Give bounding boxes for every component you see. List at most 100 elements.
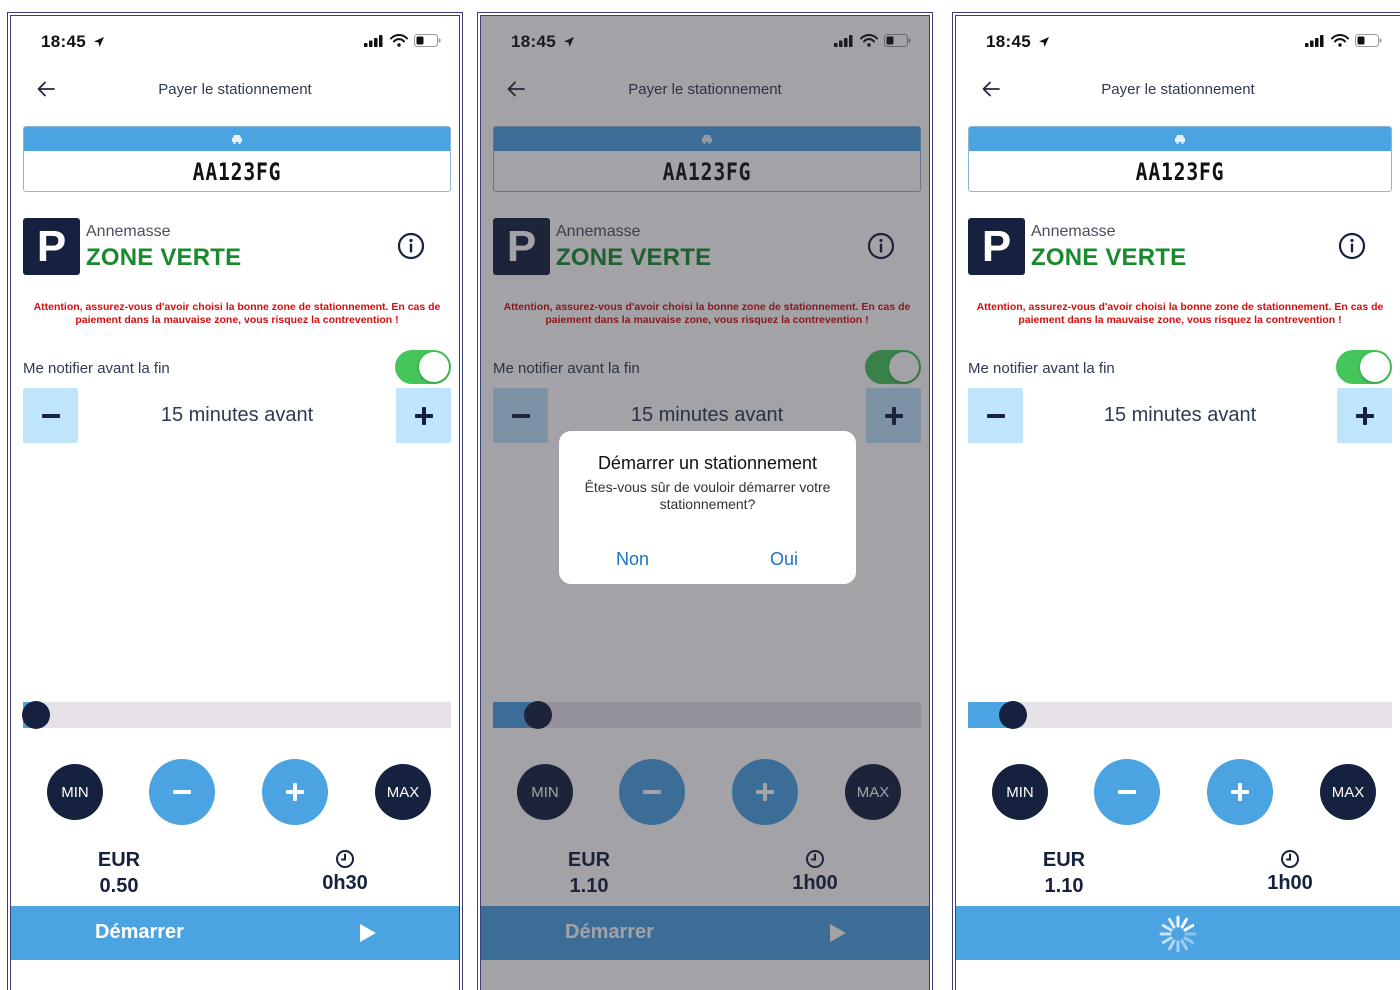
info-icon xyxy=(397,232,425,260)
reminder-stepper: 15 minutes avant xyxy=(23,388,451,443)
info-button[interactable] xyxy=(1338,232,1366,260)
dialog-message: Êtes-vous sûr de vouloir démarrer votre … xyxy=(584,479,831,512)
start-button[interactable]: Démarrer xyxy=(11,906,459,960)
plate-header xyxy=(969,127,1391,151)
screen-initial: 18:45 Payer le stationnement AA123FG P A… xyxy=(7,12,463,990)
zone-info: P Annemasse ZONE VERTE xyxy=(23,218,451,276)
status-time: 18:45 xyxy=(41,32,86,51)
increase-duration-button[interactable] xyxy=(1207,759,1273,825)
price-currency: EUR xyxy=(1042,849,1086,871)
start-button[interactable] xyxy=(956,906,1400,960)
reminder-increase-button[interactable] xyxy=(1337,388,1392,443)
max-button[interactable]: MAX xyxy=(375,764,431,820)
app-screen: 18:45 Payer le stationnement AA123FG P A… xyxy=(480,15,930,990)
signal-icon xyxy=(364,34,383,47)
min-button[interactable]: MIN xyxy=(992,764,1048,820)
duration-slider[interactable] xyxy=(21,701,451,729)
car-icon xyxy=(232,135,242,144)
start-label: Démarrer xyxy=(95,921,184,943)
price-amount: 1.10 xyxy=(1044,875,1084,897)
plate-number: AA123FG xyxy=(1135,158,1225,186)
plus-icon xyxy=(414,406,433,425)
license-plate-card[interactable]: AA123FG xyxy=(968,126,1392,192)
screen-loading: 18:45 Payer le stationnement AA123FG P A… xyxy=(952,12,1400,990)
battery-icon xyxy=(414,34,441,47)
spinner-spoke xyxy=(1183,936,1195,944)
price-amount: 0.50 xyxy=(99,875,139,897)
decrease-duration-button[interactable] xyxy=(149,759,215,825)
car-icon xyxy=(1175,135,1185,144)
notify-label: Me notifier avant la fin xyxy=(968,360,1115,377)
duration-slider[interactable] xyxy=(968,701,1392,729)
slider-thumb[interactable] xyxy=(21,701,50,729)
page-title: Payer le stationnement xyxy=(1101,81,1255,98)
dialog-title: Démarrer un stationnement xyxy=(597,453,818,473)
dialog-no-button[interactable]: Non xyxy=(616,549,649,570)
min-button[interactable]: MIN xyxy=(47,764,103,820)
app-screen: 18:45 Payer le stationnement AA123FG P A… xyxy=(10,15,460,990)
notify-row: Me notifier avant la fin xyxy=(23,350,451,386)
duration-value: 1h00 xyxy=(1267,872,1313,894)
spinner-spoke xyxy=(1161,924,1173,932)
location-arrow-icon xyxy=(1039,37,1049,47)
toggle-knob xyxy=(419,352,449,382)
plus-icon xyxy=(1231,783,1249,801)
battery-icon xyxy=(1355,34,1382,47)
signal-icon xyxy=(1305,34,1324,47)
reminder-value: 15 minutes avant xyxy=(1103,404,1257,426)
modal-overlay[interactable]: Démarrer un stationnement Êtes-vous sûr … xyxy=(481,16,929,990)
zone-name: ZONE VERTE xyxy=(1031,244,1187,271)
confirm-dialog: Démarrer un stationnement Êtes-vous sûr … xyxy=(559,431,856,584)
slider-thumb[interactable] xyxy=(998,701,1027,729)
notify-row: Me notifier avant la fin xyxy=(968,350,1392,386)
status-icons xyxy=(1305,34,1382,47)
status-bar: 18:45 xyxy=(986,30,1382,54)
loading-spinner-icon xyxy=(1159,915,1197,953)
zone-name: ZONE VERTE xyxy=(86,244,242,271)
location-arrow-icon xyxy=(94,37,104,47)
duration-controls: MIN MAX xyxy=(11,759,459,825)
info-button[interactable] xyxy=(397,232,425,260)
page-title: Payer le stationnement xyxy=(158,81,312,98)
parking-logo-icon: P xyxy=(968,218,1025,275)
spinner-spoke xyxy=(1183,924,1195,932)
plus-icon xyxy=(286,783,304,801)
notify-label: Me notifier avant la fin xyxy=(23,360,170,377)
clock-icon xyxy=(336,850,354,868)
price-currency: EUR xyxy=(97,849,141,871)
nav-bar: Payer le stationnement xyxy=(956,74,1400,104)
duration-value: 0h30 xyxy=(322,872,368,894)
increase-duration-button[interactable] xyxy=(262,759,328,825)
parking-logo-icon: P xyxy=(23,218,80,275)
toggle-knob xyxy=(1360,352,1390,382)
dialog-yes-button[interactable]: Oui xyxy=(770,549,798,570)
spinner-spoke xyxy=(1180,917,1188,929)
duration-controls: MIN MAX xyxy=(956,759,1400,825)
spinner-spoke xyxy=(1180,939,1188,951)
spinner-spoke xyxy=(1161,936,1173,944)
notify-toggle[interactable] xyxy=(395,350,451,384)
wifi-icon xyxy=(1331,34,1349,47)
wifi-icon xyxy=(390,34,408,47)
status-time: 18:45 xyxy=(986,32,1031,51)
plate-number: AA123FG xyxy=(192,158,282,186)
plus-icon xyxy=(1355,406,1374,425)
reminder-value: 15 minutes avant xyxy=(160,404,314,426)
play-icon xyxy=(360,924,376,942)
reminder-stepper: 15 minutes avant xyxy=(968,388,1392,443)
max-button[interactable]: MAX xyxy=(1320,764,1376,820)
license-plate-card[interactable]: AA123FG xyxy=(23,126,451,192)
zone-warning: Attention, assurez-vous d'avoir choisi l… xyxy=(976,301,1384,326)
reminder-increase-button[interactable] xyxy=(396,388,451,443)
minus-icon xyxy=(173,790,191,794)
status-bar: 18:45 xyxy=(41,30,441,54)
zone-city: Annemasse xyxy=(1031,223,1116,240)
notify-toggle[interactable] xyxy=(1336,350,1392,384)
zone-city: Annemasse xyxy=(86,223,171,240)
plate-header xyxy=(24,127,450,151)
minus-icon xyxy=(1118,790,1136,794)
spinner-spoke xyxy=(1168,917,1176,929)
decrease-duration-button[interactable] xyxy=(1094,759,1160,825)
parking-summary: EUR 0.50 0h30 xyxy=(11,844,459,904)
status-icons xyxy=(364,34,441,47)
